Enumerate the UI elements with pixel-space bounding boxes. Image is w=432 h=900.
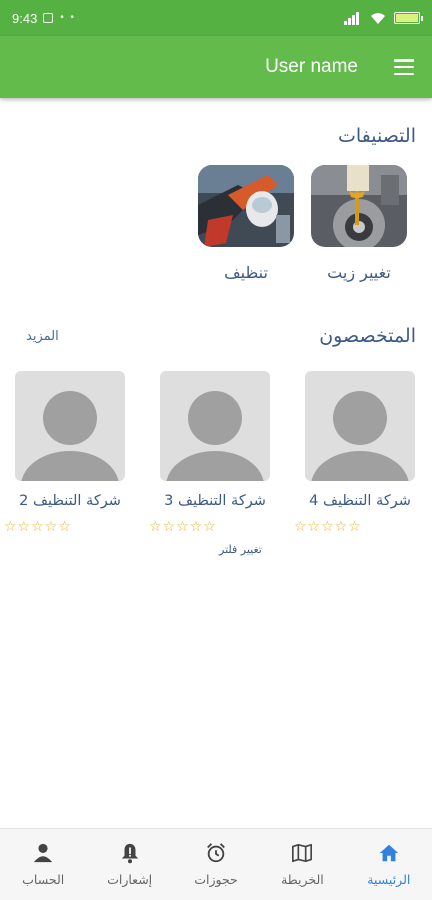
category-label: تغيير زيت	[327, 263, 391, 282]
nav-item-bookings[interactable]: حجوزات	[173, 829, 259, 900]
bell-icon	[121, 843, 138, 864]
user-name: User name	[265, 56, 358, 77]
specialist-name: شركة التنظيف 3	[164, 493, 266, 509]
battery-icon	[394, 12, 423, 24]
nav-item-account[interactable]: الحساب	[0, 829, 86, 900]
specialist-name: شركة التنظيف 4	[309, 493, 411, 509]
app-bar: User name	[0, 36, 432, 98]
menu-icon[interactable]	[394, 59, 414, 75]
rating-stars: ☆☆☆☆☆	[4, 519, 72, 535]
alarm-clock-icon	[207, 843, 225, 863]
oil-change-photo	[311, 165, 407, 247]
map-icon	[292, 843, 313, 863]
nav-label: حجوزات	[194, 872, 238, 887]
specialists-title: المتخصصون	[319, 325, 416, 347]
status-time: 9:43	[12, 10, 38, 26]
category-oil-change[interactable]: تغيير زيت	[311, 165, 407, 282]
person-icon	[34, 843, 53, 863]
home-icon	[379, 844, 398, 862]
specialist-tag: تغيير فلتر	[219, 543, 262, 556]
sim-icon	[344, 12, 359, 25]
notification-icon	[43, 13, 54, 23]
nav-item-map[interactable]: الخريطة	[259, 829, 345, 900]
category-label: تنظيف	[224, 263, 268, 282]
more-link[interactable]: المزيد	[26, 329, 59, 344]
avatar	[160, 371, 270, 481]
rating-stars: ☆☆☆☆☆	[294, 519, 362, 535]
nav-item-home[interactable]: الرئيسية	[346, 829, 432, 900]
specialist-card[interactable]: شركة التنظيف 3 ☆☆☆☆☆ تغيير فلتر	[149, 371, 281, 556]
status-bar: 9:43 • •	[0, 0, 432, 36]
specialist-name: شركة التنظيف 2	[19, 493, 121, 509]
bottom-nav: الحساب إشعارات حجوزات الخريطة الرئيسية	[0, 828, 432, 900]
rating-stars: ☆☆☆☆☆	[149, 519, 217, 535]
specialist-card[interactable]: شركة التنظيف 4 ☆☆☆☆☆	[294, 371, 426, 535]
avatar	[305, 371, 415, 481]
categories-title: التصنيفات	[337, 125, 416, 147]
nav-label: إشعارات	[107, 872, 153, 887]
nav-label: الخريطة	[281, 872, 324, 887]
specialist-card[interactable]: شركة التنظيف 2 ☆☆☆☆☆	[4, 371, 136, 535]
wifi-icon	[371, 12, 385, 24]
category-cleaning[interactable]: تنظيف	[198, 165, 294, 282]
nav-item-notifications[interactable]: إشعارات	[86, 829, 172, 900]
cleaning-photo	[198, 165, 294, 247]
status-dots: • •	[59, 13, 76, 23]
avatar	[15, 371, 125, 481]
nav-label: الحساب	[22, 872, 65, 887]
nav-label: الرئيسية	[367, 872, 411, 887]
